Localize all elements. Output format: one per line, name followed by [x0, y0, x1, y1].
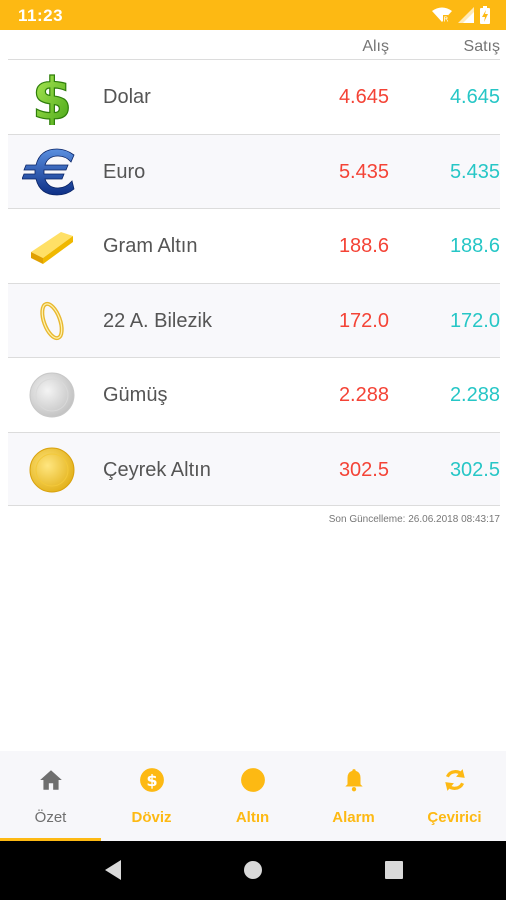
column-header: Alış Satış — [0, 30, 506, 60]
rate-name: Gram Altın — [103, 235, 198, 257]
home-button-icon[interactable] — [243, 859, 263, 881]
buy-column-label: Alış — [362, 38, 389, 55]
wifi-icon: R — [432, 7, 452, 23]
status-icons: R — [432, 6, 490, 24]
nav-item-alarm[interactable]: Alarm — [303, 751, 404, 841]
system-navigation-bar — [0, 841, 506, 900]
rate-sell: 2.288 — [449, 384, 500, 406]
nav-item-cevirici[interactable]: Çevirici — [404, 751, 505, 841]
nav-item-doviz[interactable]: $ Döviz — [101, 751, 202, 841]
rate-buy: 302.5 — [338, 458, 389, 481]
nav-label: Özet — [34, 809, 67, 826]
signal-icon — [458, 7, 474, 23]
rate-row-euro[interactable]: Euro 5.435 5.435 — [8, 133, 500, 208]
rate-sell: 188.6 — [449, 235, 500, 257]
last-update-text: Son Güncelleme: 26.06.2018 08:43:17 — [328, 514, 500, 525]
rate-buy: 172.0 — [338, 309, 389, 332]
dollar-icon: $ — [22, 69, 82, 125]
nav-label: Çevirici — [427, 809, 482, 826]
rate-row-ceyrek-altin[interactable]: Çeyrek Altın 302.5 302.5 — [8, 431, 500, 506]
bracelet-icon — [22, 293, 82, 349]
euro-icon — [22, 144, 82, 200]
rate-row-gram-altin[interactable]: Gram Altın 188.6 188.6 — [8, 208, 500, 283]
nav-item-altin[interactable]: Altın — [202, 751, 303, 841]
svg-text:$: $ — [32, 69, 72, 125]
rate-buy: 5.435 — [338, 160, 389, 183]
bottom-nav: Özet $ Döviz Altın Alarm Çevirici — [0, 751, 506, 841]
rate-name: Gümüş — [103, 384, 168, 406]
bell-icon — [345, 769, 363, 792]
silver-coin-icon — [22, 367, 82, 423]
home-icon — [40, 770, 62, 790]
rate-buy: 4.645 — [338, 86, 389, 108]
svg-text:$: $ — [146, 771, 157, 790]
gold-circle-icon — [241, 768, 265, 792]
dollar-circle-icon: $ — [140, 768, 164, 792]
rate-row-bilezik[interactable]: 22 A. Bilezik 172.0 172.0 — [8, 282, 500, 357]
rate-sell: 172.0 — [449, 309, 500, 332]
nav-label: Altın — [235, 809, 270, 826]
status-bar: 11:23 R — [0, 0, 506, 30]
rate-buy: 2.288 — [338, 384, 389, 406]
rate-sell: 4.645 — [449, 86, 500, 108]
rate-sell: 5.435 — [449, 160, 500, 183]
nav-item-ozet[interactable]: Özet — [0, 751, 101, 841]
rate-name: Çeyrek Altın — [103, 458, 211, 481]
svg-text:R: R — [444, 16, 449, 24]
rates-list: $ Dolar 4.645 4.645 Euro 5.435 5.435 Gra… — [8, 59, 500, 506]
back-icon[interactable] — [103, 859, 123, 881]
nav-label: Alarm — [332, 809, 375, 826]
rate-name: Euro — [103, 160, 146, 183]
recents-icon[interactable] — [384, 859, 404, 881]
rate-row-dolar[interactable]: $ Dolar 4.645 4.645 — [8, 59, 500, 134]
nav-label: Döviz — [131, 809, 172, 826]
rate-name: 22 A. Bilezik — [103, 309, 212, 332]
rate-sell: 302.5 — [449, 458, 500, 481]
rate-buy: 188.6 — [338, 235, 389, 257]
sell-column-label: Satış — [463, 38, 500, 55]
status-time: 11:23 — [18, 6, 64, 25]
refresh-icon — [445, 769, 465, 791]
gold-coin-icon — [22, 442, 82, 498]
battery-icon — [480, 6, 490, 24]
rate-name: Dolar — [103, 86, 151, 108]
rate-row-gumus[interactable]: Gümüş 2.288 2.288 — [8, 357, 500, 432]
gold-bar-icon — [22, 218, 82, 274]
